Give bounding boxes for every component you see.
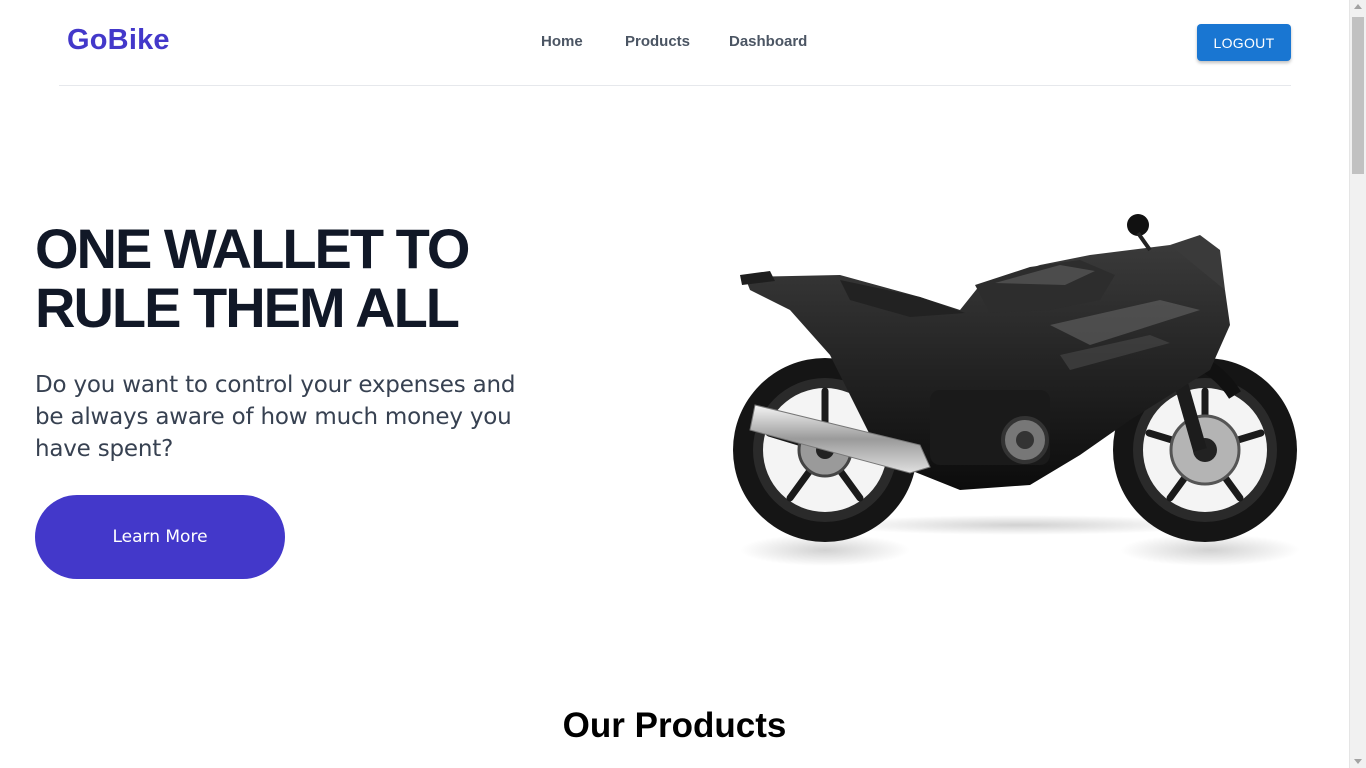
scroll-down-arrow-icon[interactable] — [1354, 759, 1362, 764]
hero-title-line2: RULE THEM ALL — [35, 276, 460, 339]
vertical-scrollbar[interactable] — [1349, 0, 1366, 768]
navbar: GoBike Home Products Dashboard LOGOUT — [59, 0, 1291, 86]
products-section-title: Our Products — [562, 706, 787, 745]
logout-button[interactable]: LOGOUT — [1197, 24, 1291, 61]
motorcycle-image — [733, 214, 1300, 566]
scroll-up-arrow-icon[interactable] — [1354, 4, 1362, 9]
scrollbar-thumb[interactable] — [1352, 17, 1364, 174]
learn-more-button[interactable]: Learn More — [35, 495, 285, 579]
nav-link-products[interactable]: Products — [625, 33, 690, 50]
nav-links: Home Products Dashboard — [59, 33, 1291, 53]
hero-description: Do you want to control your expenses and… — [35, 372, 516, 462]
hero-title-line1: ONE WALLET TO — [35, 217, 470, 280]
page: GoBike Home Products Dashboard LOGOUT ON… — [0, 0, 1366, 768]
nav-link-home[interactable]: Home — [541, 33, 583, 50]
hero-title: ONE WALLET TO RULE THEM ALL — [35, 217, 470, 339]
nav-link-dashboard[interactable]: Dashboard — [729, 33, 807, 50]
